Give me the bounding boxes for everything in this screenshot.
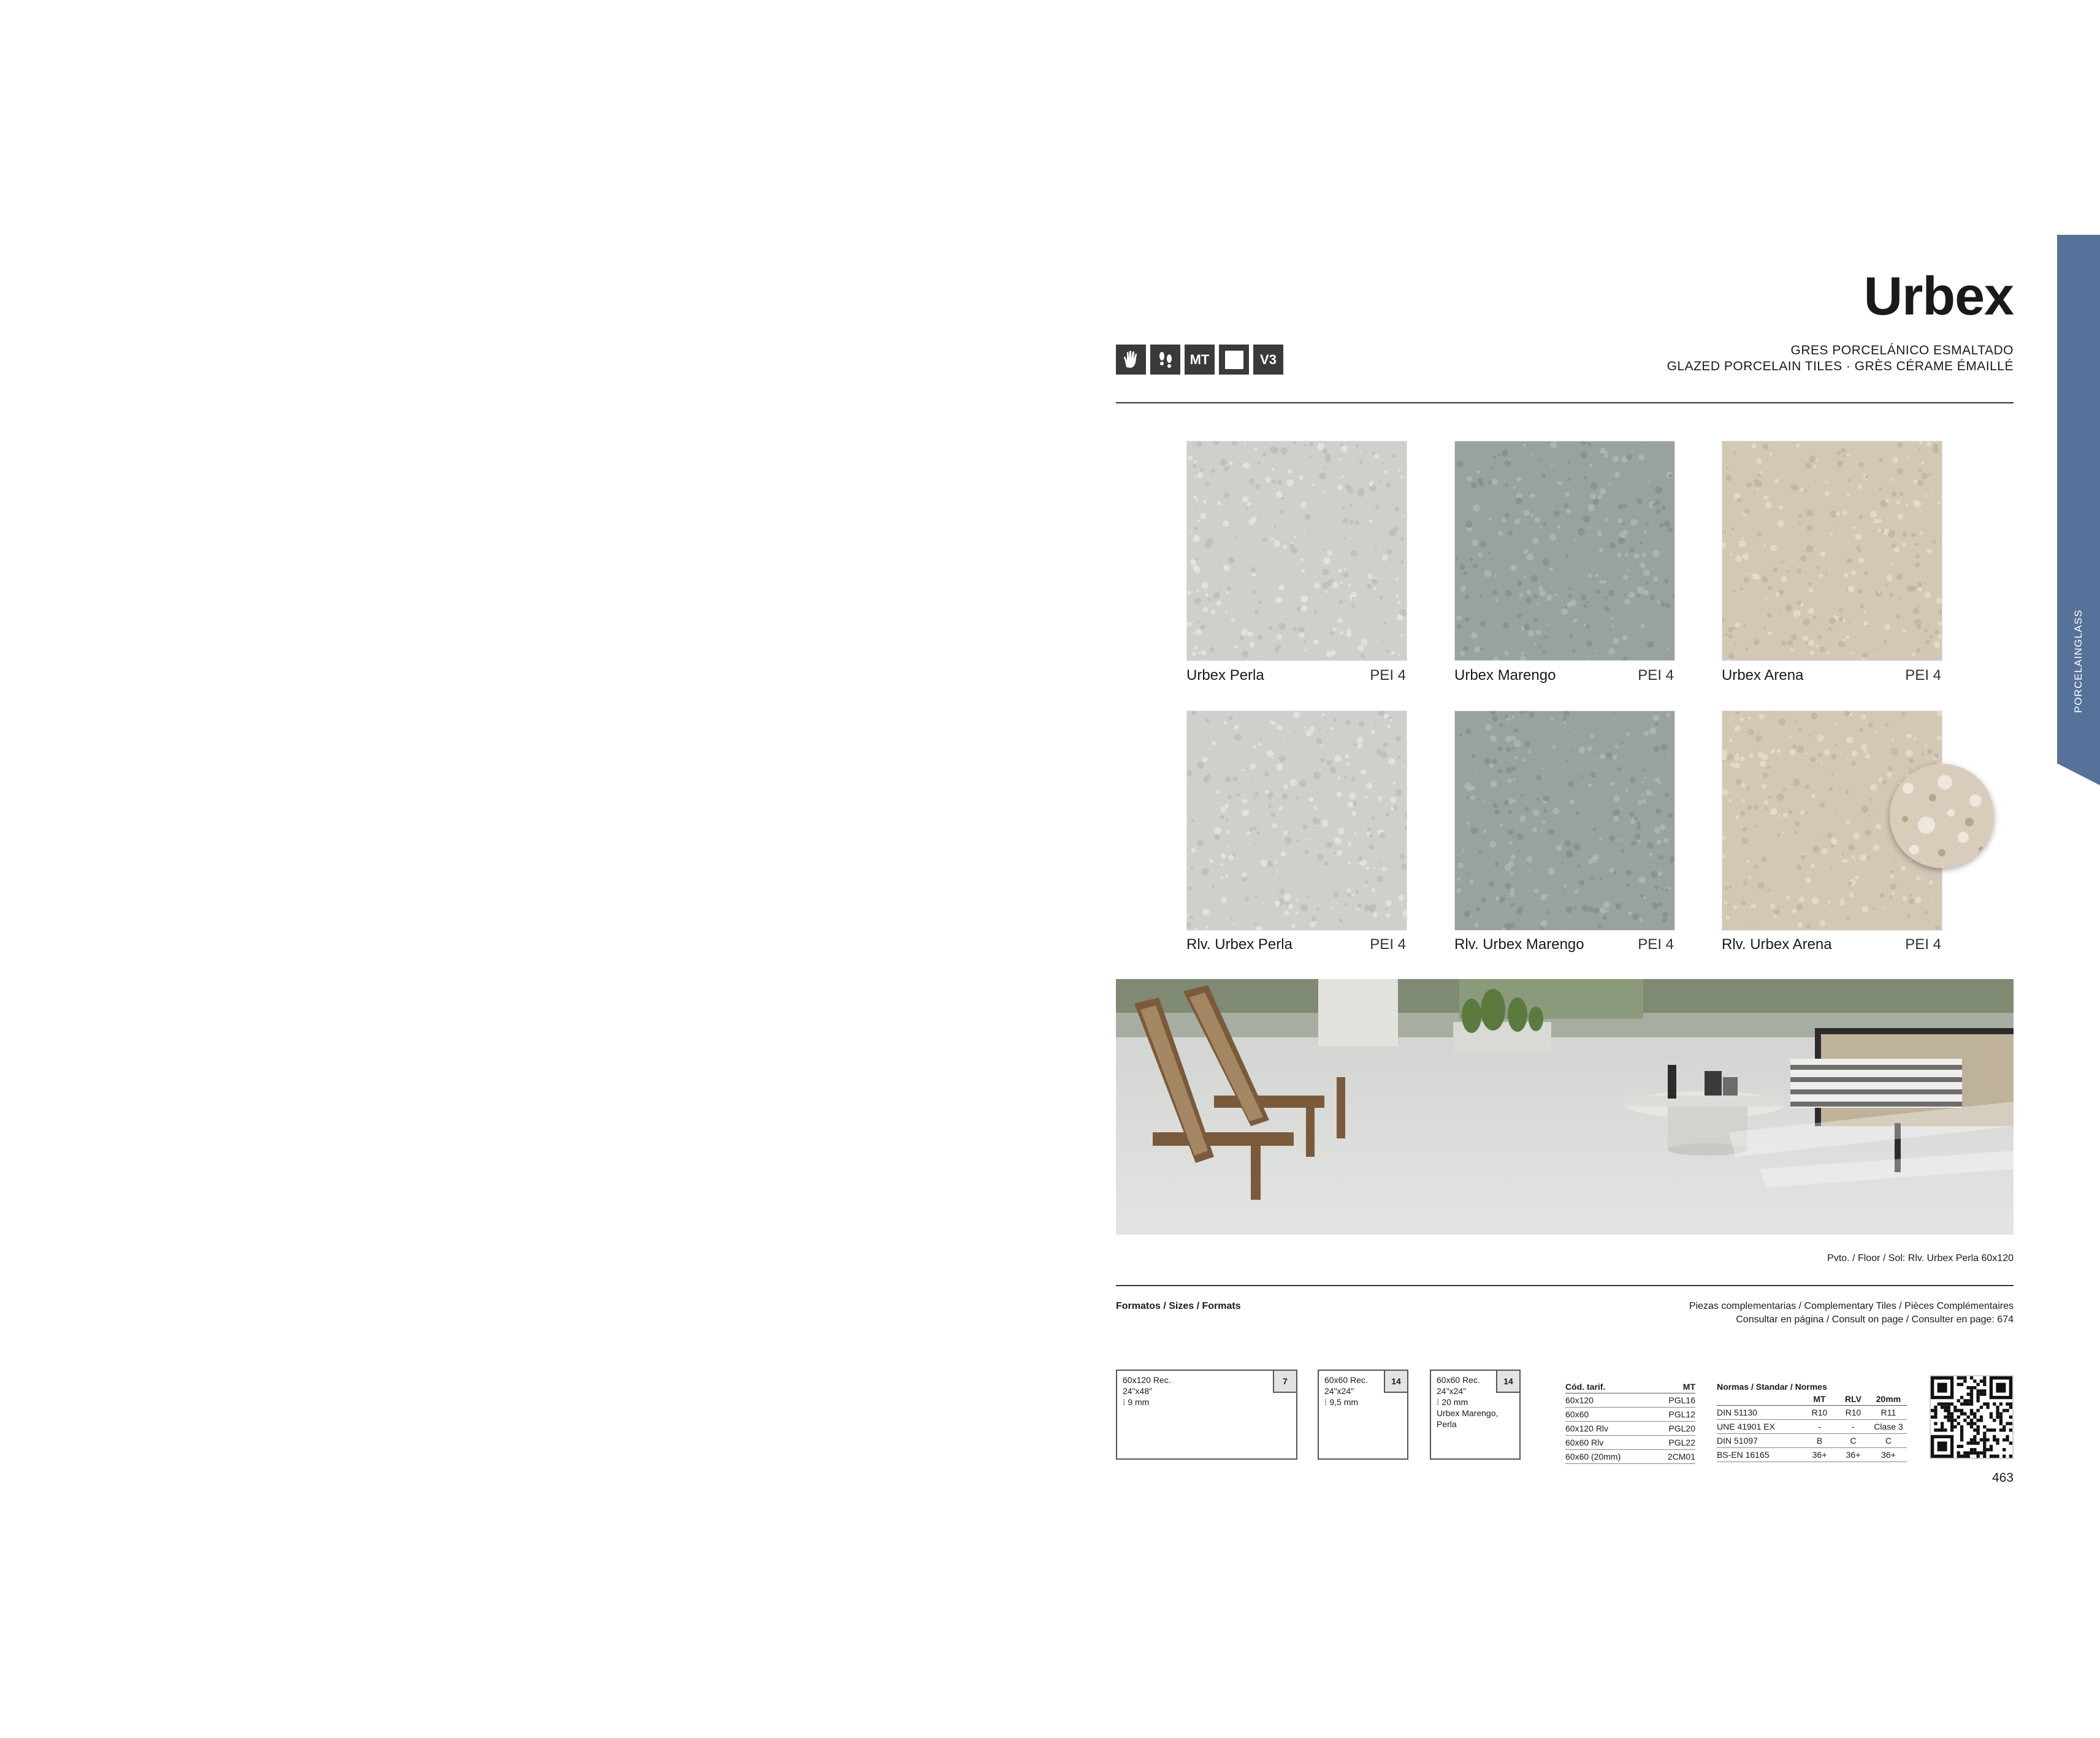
header-divider <box>1116 402 2014 403</box>
format-pieces-count: 7 <box>1273 1371 1296 1393</box>
texture-zoom-circle <box>1890 764 1994 868</box>
price-codes-table: Cód. tarif. MT 60x120 PGL16 60x60 PGL12 60… <box>1565 1381 1695 1464</box>
v3-icon: V3 <box>1253 345 1283 375</box>
hand-icon <box>1116 345 1146 375</box>
tile-swatch-urbex-marengo <box>1454 438 1675 663</box>
qr-code[interactable] <box>1930 1375 2014 1459</box>
complementary-page-ref: Consultar en página / Consult on page / … <box>1736 1314 2014 1325</box>
page-title: Urbex <box>1863 265 2014 326</box>
table-row: DIN 51097 B C C <box>1717 1433 1907 1448</box>
table-row: UNE 41901 EX - - Clase 3 <box>1717 1419 1907 1434</box>
table-row: BS-EN 16165 36+ 36+ 36+ <box>1717 1447 1907 1462</box>
square-icon <box>1219 345 1249 375</box>
photo-caption: Pvto. / Floor / Sol: Rlv. Urbex Perla 60… <box>1827 1253 2014 1263</box>
table-row: 60x120 Rlv PGL20 <box>1565 1421 1695 1436</box>
footprints-icon <box>1150 345 1180 375</box>
table-row: 60x60 (20mm) 2CM01 <box>1565 1449 1695 1464</box>
table-row: 60x120 PGL16 <box>1565 1393 1695 1408</box>
side-tab: PORCELAINGLASS <box>2057 235 2100 785</box>
tile-pei: PEI 4 <box>1370 936 1406 953</box>
tile-swatch-rlv-urbex-perla <box>1185 709 1410 933</box>
matt-icon: MT <box>1185 345 1215 375</box>
tile-pei: PEI 4 <box>1905 936 1941 953</box>
format-box-60x60-20mm: 60x60 Rec. 24"x24" ⁝ 20 mm Urbex Marengo… <box>1430 1370 1521 1460</box>
tile-pei: PEI 4 <box>1905 667 1941 684</box>
tile-name: Urbex Marengo <box>1454 667 1556 684</box>
subtitle-translations: GLAZED PORCELAIN TILES · GRÈS CÉRAME ÉMA… <box>1667 359 2014 373</box>
format-box-60x120: 60x120 Rec. 24"x48" ⁝ 9 mm 7 <box>1116 1370 1297 1460</box>
tile-pei: PEI 4 <box>1370 667 1406 684</box>
subtitle-spanish: GRES PORCELÁNICO ESMALTADO <box>1790 343 2014 357</box>
table-row: 60x60 PGL12 <box>1565 1407 1695 1422</box>
norms-table: MT RLV 20mm DIN 51130 R10 R10 R11 UNE 41901… <box>1717 1393 1907 1462</box>
tile-name: Rlv. Urbex Marengo <box>1454 936 1584 953</box>
tile-name: Rlv. Urbex Arena <box>1722 936 1832 953</box>
feature-icons: MT V3 <box>1116 345 1283 375</box>
tile-pei: PEI 4 <box>1638 936 1674 953</box>
formats-label: Formatos / Sizes / Formats <box>1116 1301 1241 1311</box>
table-row: DIN 51130 R10 R10 R11 <box>1717 1405 1907 1420</box>
tile-swatch-urbex-perla <box>1186 438 1407 661</box>
tile-name: Urbex Arena <box>1722 667 1804 684</box>
tile-name: Urbex Perla <box>1186 667 1264 684</box>
tile-name: Rlv. Urbex Perla <box>1186 936 1292 953</box>
tile-swatch-urbex-arena <box>1720 440 1944 663</box>
page-number: 463 <box>1991 1471 2014 1485</box>
format-pieces-count: 14 <box>1384 1371 1407 1393</box>
format-pieces-count: 14 <box>1496 1371 1519 1393</box>
side-tab-label: PORCELAINGLASS <box>2072 609 2084 713</box>
tile-pei: PEI 4 <box>1638 667 1674 684</box>
complementary-tiles-label: Piezas complementarias / Complementary T… <box>1689 1301 2014 1311</box>
interior-photo <box>1116 979 2014 1235</box>
formats-divider <box>1116 1285 2014 1286</box>
format-box-60x60: 60x60 Rec. 24"x24" ⁝ 9,5 mm 14 <box>1318 1370 1408 1460</box>
tile-swatch-rlv-urbex-marengo <box>1454 708 1675 932</box>
table-row: 60x60 Rlv PGL22 <box>1565 1435 1695 1450</box>
norms-title: Normas / Standar / Normes <box>1717 1382 1827 1392</box>
